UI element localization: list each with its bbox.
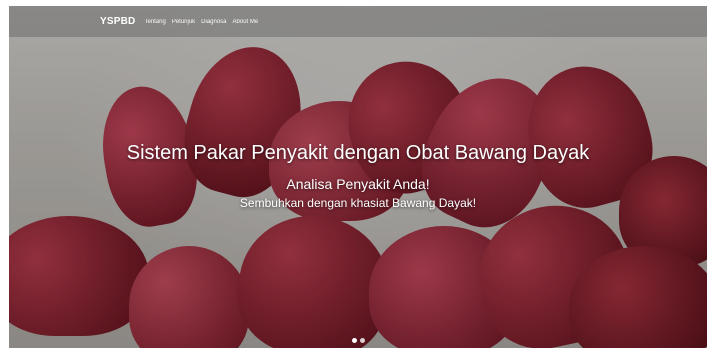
nav-link-diagnosa[interactable]: Diagnosa [201,19,226,25]
carousel-indicator-2[interactable] [359,338,365,343]
hero-tagline: Sembuhkan dengan khasiat Bawang Dayak! [239,196,477,210]
hero-subtitle: Analisa Penyakit Anda! [286,176,430,192]
carousel-indicator-1[interactable] [351,338,357,343]
carousel-indicators [9,338,707,343]
hero-frame: YSPBD Tentang Petunjuk Diagnosa About Me… [9,6,707,348]
top-navbar: YSPBD Tentang Petunjuk Diagnosa About Me [9,6,707,37]
nav-link-petunjuk[interactable]: Petunjuk [172,19,195,25]
nav-link-tentang[interactable]: Tentang [144,19,165,25]
hero-title: Sistem Pakar Penyakit dengan Obat Bawang… [126,142,590,164]
navbar-brand[interactable]: YSPBD [100,16,135,27]
nav-link-about-me[interactable]: About Me [233,19,259,25]
navbar-links: Tentang Petunjuk Diagnosa About Me [144,19,258,25]
